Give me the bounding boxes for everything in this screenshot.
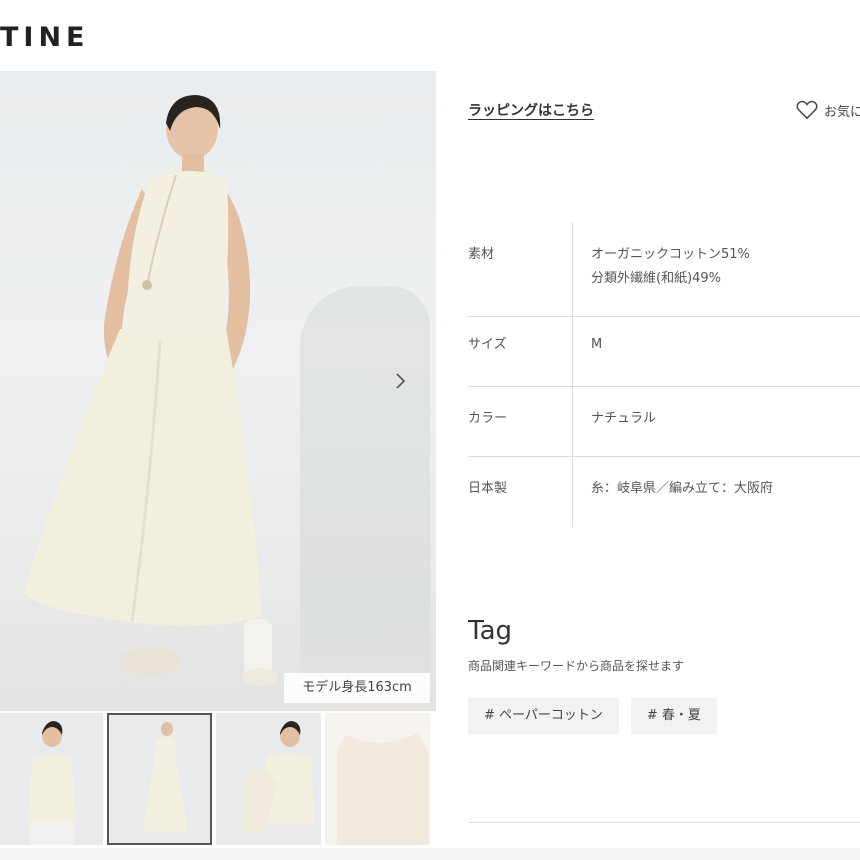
spec-key: 素材 bbox=[468, 222, 573, 316]
spec-value-line: オーガニックコットン51% bbox=[591, 247, 750, 262]
wrapping-link[interactable]: ラッピングはこちら bbox=[468, 100, 594, 120]
tag-section-subtitle: 商品関連キーワードから商品を探せます bbox=[468, 659, 685, 673]
favorite-button[interactable]: お気に bbox=[796, 100, 860, 120]
spec-row-color: カラー ナチュラル bbox=[468, 387, 860, 457]
thumbnail-2[interactable] bbox=[107, 713, 212, 845]
divider bbox=[468, 822, 860, 823]
spec-row-made-in: 日本製 糸：岐阜県／編み立て：大阪府 bbox=[468, 457, 860, 527]
model-figure bbox=[24, 95, 278, 686]
thumbnail-strip bbox=[0, 713, 436, 845]
favorite-label: お気に bbox=[824, 104, 860, 120]
spec-table: 素材 オーガニックコットン51% 分類外繊維(和紙)49% サイズ M カラー … bbox=[468, 222, 860, 527]
thumbnail-3[interactable] bbox=[216, 713, 321, 845]
spec-value: 糸：岐阜県／編み立て：大阪府 bbox=[591, 481, 774, 496]
thumbnail-4[interactable] bbox=[325, 713, 430, 845]
spec-value-line: 分類外繊維(和紙)49% bbox=[591, 271, 722, 286]
tag-paper-cotton[interactable]: # ペーパーコットン bbox=[468, 698, 619, 734]
bottom-bar bbox=[0, 848, 860, 860]
thumbnail-1[interactable] bbox=[0, 713, 103, 845]
tag-spring-summer[interactable]: # 春・夏 bbox=[630, 698, 717, 734]
spec-value: オーガニックコットン51% 分類外繊維(和紙)49% bbox=[573, 222, 860, 316]
heart-icon bbox=[796, 100, 818, 120]
tag-list: # ペーパーコットン # 春・夏 bbox=[468, 698, 717, 734]
spec-row-size: サイズ M bbox=[468, 317, 860, 387]
spec-row-material: 素材 オーガニックコットン51% 分類外繊維(和紙)49% bbox=[468, 222, 860, 317]
chevron-right-icon[interactable] bbox=[388, 369, 412, 393]
spec-key: カラー bbox=[468, 387, 573, 456]
model-height-label: モデル身長163cm bbox=[284, 673, 430, 703]
brand-logo[interactable]: TINE bbox=[0, 22, 90, 53]
spec-key: 日本製 bbox=[468, 457, 573, 527]
spec-key: サイズ bbox=[468, 317, 573, 386]
spec-value: ナチュラル bbox=[591, 411, 657, 426]
tag-section-title: Tag bbox=[468, 616, 513, 646]
spec-value: M bbox=[591, 337, 603, 352]
main-product-photo: モデル身長163cm bbox=[0, 71, 436, 711]
